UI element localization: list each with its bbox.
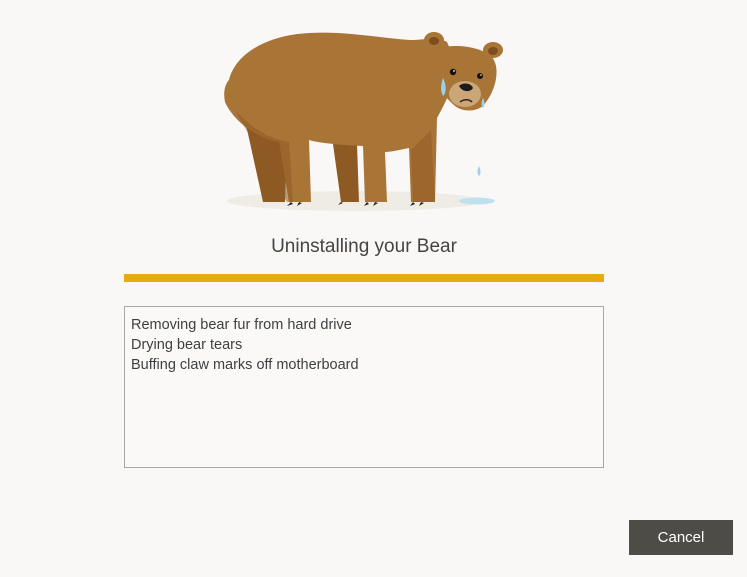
page-title: Uninstalling your Bear: [271, 236, 457, 257]
progress-bar: [124, 274, 604, 282]
crying-bear-illustration: [224, 32, 503, 211]
cancel-button[interactable]: Cancel: [629, 520, 733, 555]
log-line: Buffing claw marks off motherboard: [131, 357, 359, 373]
uninstall-log: Removing bear fur from hard drive Drying…: [124, 306, 604, 468]
log-line: Removing bear fur from hard drive: [131, 317, 352, 333]
progress-fill: [124, 274, 604, 282]
log-line: Drying bear tears: [131, 337, 243, 353]
log-list: Removing bear fur from hard drive Drying…: [125, 307, 603, 383]
